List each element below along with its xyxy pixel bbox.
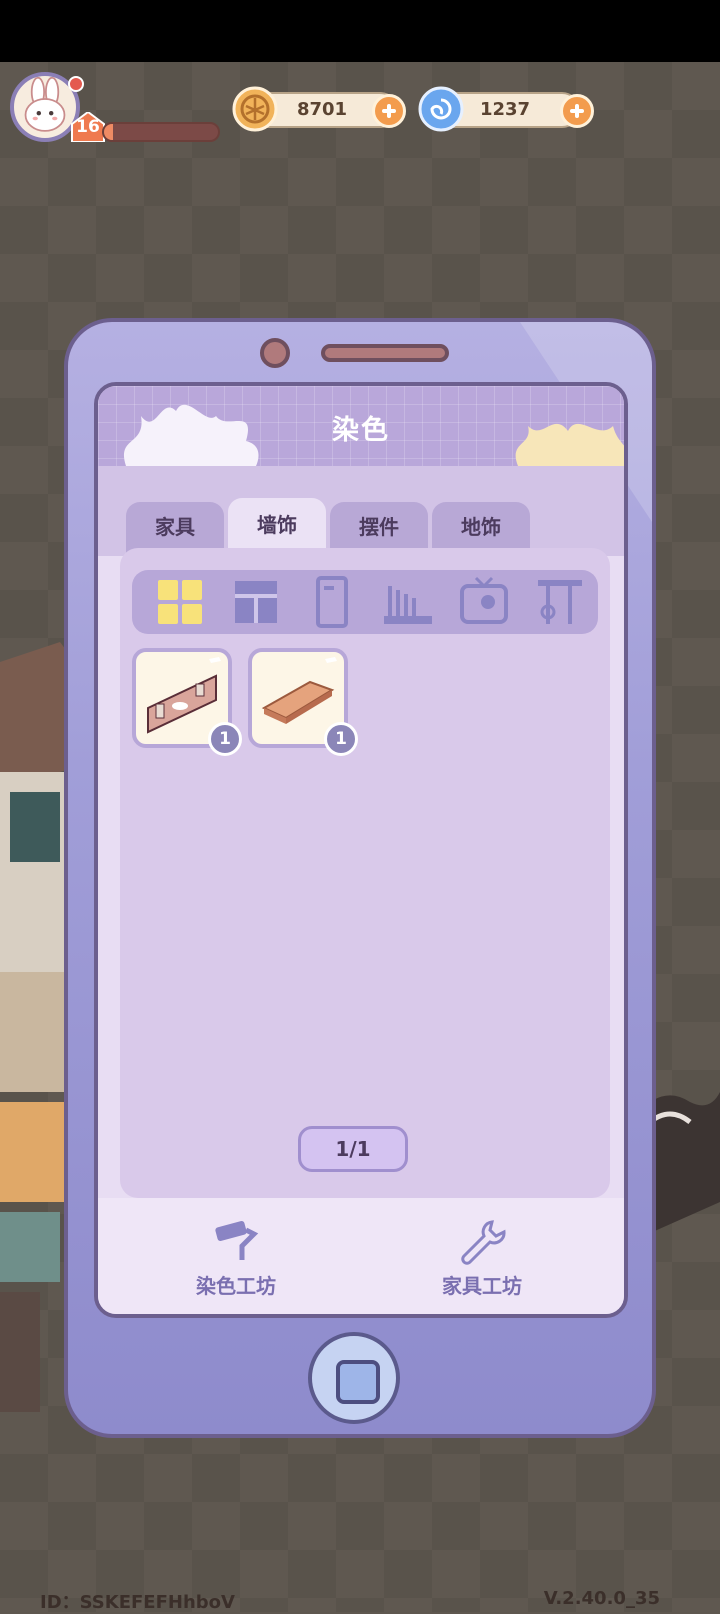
phone-panel: 染色 家具 墙饰 摆件 地饰 1 1 1/1 染色工坊 家具工坊 bbox=[64, 318, 656, 1438]
add-coins-button[interactable] bbox=[372, 94, 406, 128]
grid-icon bbox=[158, 580, 202, 624]
screen-title: 染色 bbox=[332, 415, 390, 446]
page-indicator: 1/1 bbox=[298, 1126, 408, 1172]
utensil-icon bbox=[538, 580, 582, 624]
version-label: V.2.40.0_35 bbox=[543, 1588, 660, 1609]
category-window[interactable] bbox=[230, 576, 282, 628]
tab-furniture[interactable]: 家具 bbox=[126, 502, 224, 554]
window-icon bbox=[235, 581, 277, 623]
item-count: 1 bbox=[208, 722, 242, 756]
frame-icon bbox=[460, 576, 508, 624]
dye-workshop-button[interactable]: 染色工坊 bbox=[166, 1218, 306, 1299]
wrench-icon bbox=[461, 1220, 506, 1265]
content-panel: 1 1 bbox=[120, 548, 610, 1198]
wall-shelf-icon bbox=[147, 674, 217, 734]
phone-speaker bbox=[321, 344, 449, 362]
category-all[interactable] bbox=[154, 576, 206, 628]
item-wall-shelf[interactable]: 1 bbox=[132, 648, 242, 756]
phone-home-button[interactable] bbox=[308, 1332, 400, 1424]
swirl-gem-icon bbox=[418, 86, 464, 132]
category-bar bbox=[132, 570, 598, 634]
phone-screen: 染色 家具 墙饰 摆件 地饰 1 1 1/1 染色工坊 家具工坊 bbox=[94, 382, 628, 1318]
dye-workshop-label: 染色工坊 bbox=[196, 1274, 276, 1298]
paint-brush-icon bbox=[209, 657, 221, 663]
door-icon bbox=[316, 576, 348, 628]
xp-progress-bar bbox=[102, 122, 220, 142]
furniture-workshop-button[interactable]: 家具工坊 bbox=[412, 1218, 552, 1299]
screen-header: 染色 bbox=[98, 386, 624, 466]
phone-camera bbox=[260, 338, 290, 368]
tab-floor-decor[interactable]: 地饰 bbox=[432, 502, 530, 554]
status-bar bbox=[0, 0, 720, 62]
item-count: 1 bbox=[324, 722, 358, 756]
rack-icon bbox=[384, 586, 432, 624]
notification-dot bbox=[68, 76, 84, 92]
add-gems-button[interactable] bbox=[560, 94, 594, 128]
item-wall-plank[interactable]: 1 bbox=[248, 648, 358, 756]
bunny-icon bbox=[24, 76, 66, 132]
workshop-bar: 染色工坊 家具工坊 bbox=[98, 1198, 624, 1314]
coin-icon bbox=[232, 86, 278, 132]
wall-plank-icon bbox=[261, 680, 335, 724]
category-frame[interactable] bbox=[458, 576, 510, 628]
tab-bar: 家具 墙饰 摆件 地饰 bbox=[98, 466, 624, 556]
category-door[interactable] bbox=[306, 576, 358, 628]
xp-progress-fill bbox=[104, 124, 114, 140]
category-rack[interactable] bbox=[382, 576, 434, 628]
furniture-workshop-label: 家具工坊 bbox=[442, 1274, 522, 1298]
paint-roller-icon bbox=[215, 1221, 259, 1260]
paint-brush-icon bbox=[325, 657, 337, 663]
tab-ornaments[interactable]: 摆件 bbox=[330, 502, 428, 554]
category-utensil[interactable] bbox=[534, 576, 586, 628]
player-id: ID：SSKEFEFHhboV bbox=[40, 1592, 235, 1613]
